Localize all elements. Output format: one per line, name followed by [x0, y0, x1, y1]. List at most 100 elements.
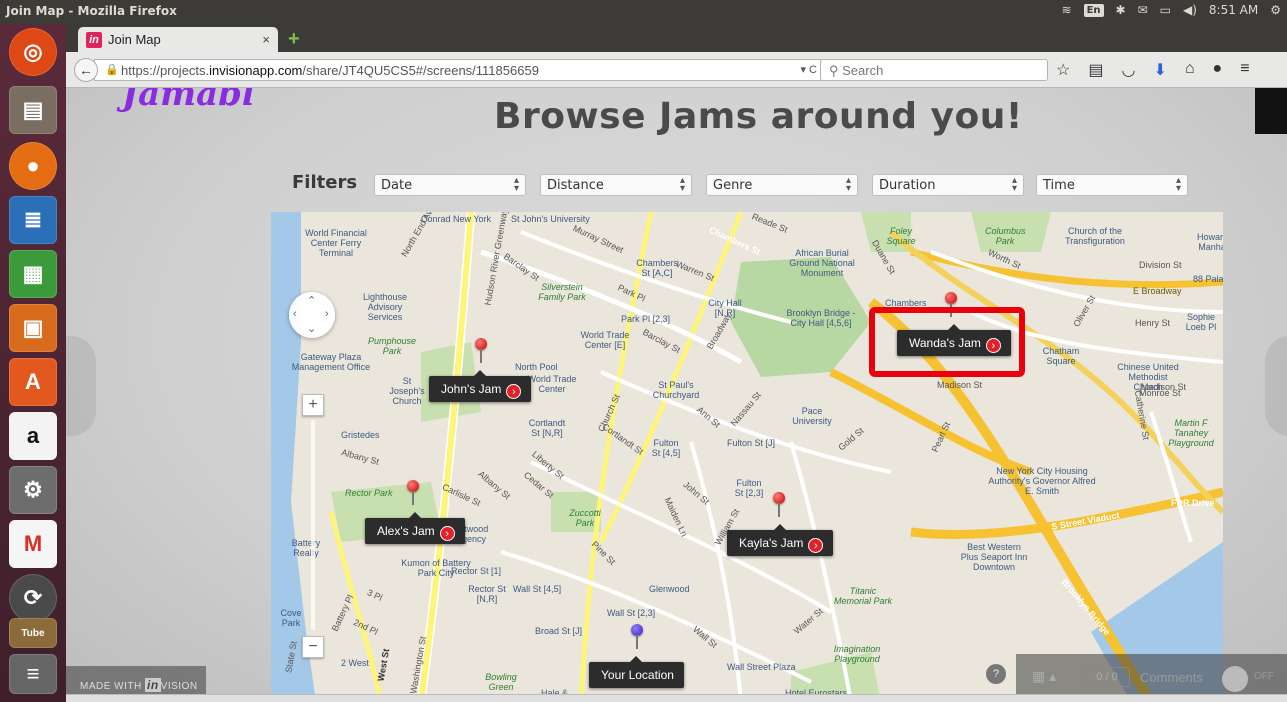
reload-icon[interactable]: ▾ C [800, 63, 817, 76]
updater-icon[interactable]: ⟳ [9, 574, 57, 622]
comments-toggle[interactable] [1222, 666, 1248, 692]
place-label: African Burial Ground National Monument [789, 248, 855, 278]
filter-distance-select[interactable]: Distance ▴ ▾ [540, 174, 692, 196]
go-arrow-icon[interactable]: › [506, 384, 522, 399]
zoom-in-button[interactable]: + [302, 394, 324, 416]
place-label: Chambers St [A,C] [636, 258, 678, 278]
bluetooth-icon[interactable]: ✱ [1116, 3, 1126, 17]
filter-time-select[interactable]: Time ▴ ▾ [1036, 174, 1188, 196]
your-location-label[interactable]: Your Location [589, 656, 684, 688]
search-icon: ⚲ [829, 63, 843, 78]
filter-genre-select[interactable]: Genre ▴ ▾ [706, 174, 858, 196]
jam-label-alexs[interactable]: Alex's Jam › [365, 512, 465, 544]
settings-icon[interactable]: ⚙ [9, 466, 57, 514]
window-title: Join Map - Mozilla Firefox [6, 4, 177, 18]
pan-right-icon[interactable]: › [325, 308, 329, 320]
ubuntu-icon[interactable]: ◎ [9, 28, 57, 76]
location-name: Your Location [601, 668, 674, 682]
firefox-icon[interactable]: ● [9, 142, 57, 190]
go-arrow-icon[interactable]: › [985, 338, 1001, 353]
zoom-out-button[interactable]: − [302, 636, 324, 658]
lock-icon[interactable]: 🔒 [105, 63, 119, 76]
files-icon[interactable]: ▤ [9, 86, 57, 134]
zoom-slider-track[interactable] [311, 420, 315, 630]
map-base-layer [271, 212, 1223, 702]
go-arrow-icon[interactable]: › [808, 538, 824, 553]
mail-icon[interactable]: ✉ [1138, 3, 1148, 17]
jam-label-johns[interactable]: John's Jam › [429, 370, 532, 402]
filters-label: Filters [292, 172, 358, 193]
place-label: 2 West [341, 658, 369, 668]
jam-pin[interactable] [475, 338, 487, 363]
trash-icon[interactable]: ≡ [9, 654, 57, 694]
place-label: Fulton St [2,3] [734, 478, 764, 498]
back-button[interactable]: ← [74, 58, 98, 82]
calc-icon[interactable]: ▦ [9, 250, 57, 298]
place-label: Brooklyn Bridge - City Hall [4,5,6] [786, 308, 856, 328]
place-label: 88 Pala [1193, 274, 1223, 284]
next-screen-arrow[interactable] [1265, 336, 1287, 436]
place-label: Gateway Plaza Management Office [291, 352, 371, 372]
filter-duration-select[interactable]: Duration ▴ ▾ [872, 174, 1024, 196]
new-tab-button[interactable]: + [288, 28, 300, 51]
jam-label-kaylas[interactable]: Kayla's Jam › [727, 524, 834, 556]
pan-up-icon[interactable]: ⌃ [307, 294, 316, 307]
place-label: Howard Manha [1197, 232, 1223, 252]
pan-left-icon[interactable]: ‹ [293, 308, 297, 320]
jam-pin[interactable] [945, 292, 957, 317]
park-label: Imagination Playground [833, 644, 881, 664]
battery-icon[interactable]: ▭ [1160, 3, 1171, 17]
jam-map[interactable]: Reade St Chambers St Warren St Murray St… [271, 212, 1223, 702]
tab-close-icon[interactable]: × [262, 32, 270, 47]
go-arrow-icon[interactable]: › [439, 526, 455, 541]
tube-icon[interactable]: Tube [9, 618, 57, 648]
select-arrows-icon: ▴ ▾ [1011, 175, 1017, 194]
clock[interactable]: 8:51 AM [1209, 3, 1258, 17]
search-input[interactable]: ⚲ Search [820, 59, 1048, 81]
volume-icon[interactable]: ◀) [1183, 3, 1197, 17]
map-pan-control[interactable]: ⌃ ‹ › ⌄ [289, 292, 335, 338]
settings-gear-icon[interactable]: ⚙ [1270, 3, 1281, 17]
search-placeholder: Search [842, 63, 884, 78]
place-label: City Hall [N,R] [708, 298, 742, 318]
place-label: World Trade Center [527, 374, 577, 394]
tab-join-map[interactable]: in Join Map × [78, 27, 278, 52]
help-button[interactable]: ? [986, 664, 1006, 684]
filter-date-select[interactable]: Date ▴ ▾ [374, 174, 526, 196]
cropped-graphic [1255, 88, 1287, 134]
menu-icon[interactable]: ≡ [1240, 60, 1249, 80]
pan-down-icon[interactable]: ⌄ [307, 322, 316, 335]
gmail-icon[interactable]: M [9, 520, 57, 568]
bookmark-star-icon[interactable]: ☆ [1056, 60, 1070, 80]
home-icon[interactable]: ⌂ [1185, 60, 1195, 80]
jam-pin[interactable] [773, 492, 785, 517]
select-arrows-icon: ▴ ▾ [1175, 175, 1181, 194]
jam-label-wandas[interactable]: Wanda's Jam › [897, 324, 1011, 356]
screens-grid-icon[interactable]: ▦ ▴ [1032, 668, 1056, 685]
your-location-pin[interactable] [631, 624, 643, 649]
filter-duration-value: Duration [879, 178, 936, 193]
jam-pin[interactable] [407, 480, 419, 505]
invision-logo-icon: in [145, 678, 161, 692]
prev-screen-arrow[interactable] [66, 336, 96, 436]
jam-name: Wanda's Jam [909, 336, 981, 350]
keyboard-layout-indicator[interactable]: En [1083, 3, 1104, 17]
impress-icon[interactable]: ▣ [9, 304, 57, 352]
downloads-icon[interactable]: ⬇ [1153, 60, 1166, 80]
place-label: Pace University [792, 406, 832, 426]
reading-list-icon[interactable]: ▤ [1088, 60, 1103, 80]
software-center-icon[interactable]: A [9, 358, 57, 406]
place-label: Chinese United Methodist Church [1117, 362, 1179, 392]
pocket-icon[interactable]: ◡ [1121, 60, 1135, 80]
comments-label[interactable]: Comments [1140, 670, 1203, 685]
jam-name: Alex's Jam [377, 524, 435, 538]
place-label: Best Western Plus Seaport Inn Downtown [960, 542, 1028, 572]
place-label: Kumon of Battery Park City [401, 558, 471, 578]
chat-icon[interactable]: ● [1213, 60, 1223, 80]
place-label: Lighthouse Advisory Services [362, 292, 408, 322]
amazon-icon[interactable]: a [9, 412, 57, 460]
url-bar[interactable]: 🔒 https://projects.invisionapp.com/share… [94, 59, 824, 81]
horizontal-scrollbar[interactable] [66, 694, 1287, 702]
writer-icon[interactable]: ≣ [9, 196, 57, 244]
wifi-icon[interactable]: ≋ [1062, 3, 1072, 17]
